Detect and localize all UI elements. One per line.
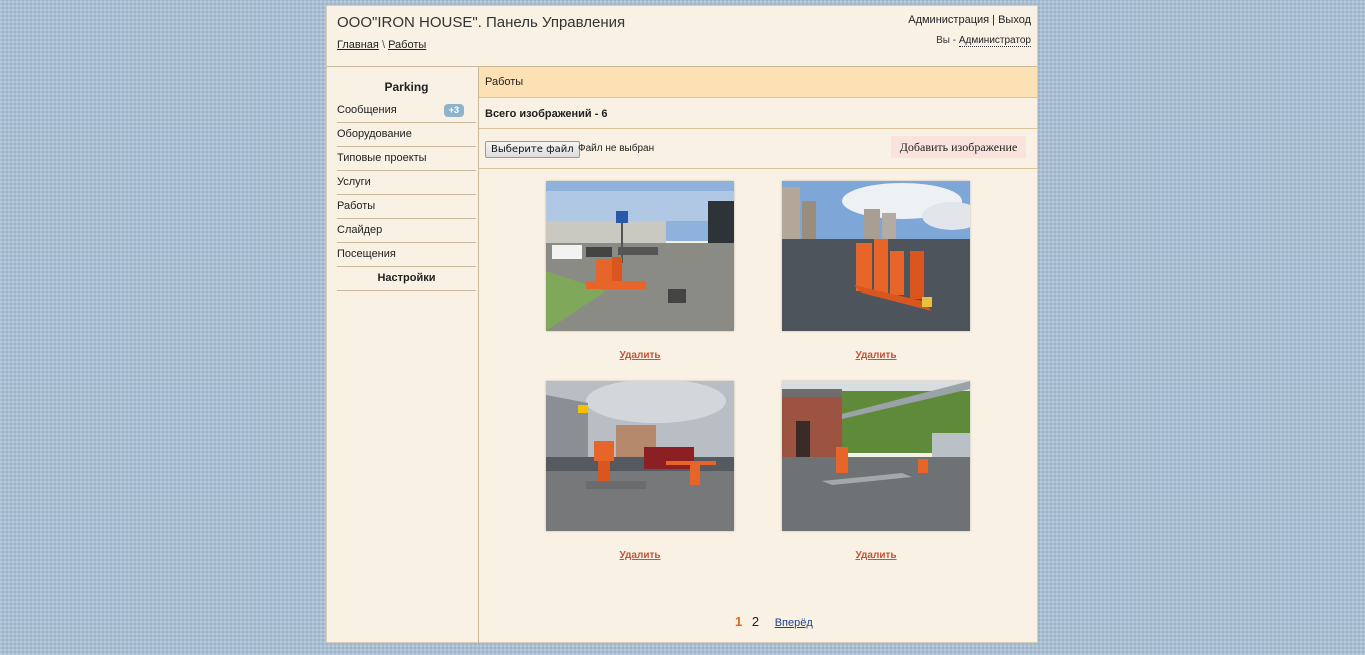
content-area: Работы Всего изображений - 6 Выберите фа…	[479, 67, 1037, 643]
choose-file-button[interactable]: Выберите файл	[485, 141, 580, 158]
gallery-image	[546, 181, 734, 331]
upload-row: Выберите файл Файл не выбран Добавить из…	[479, 129, 1037, 169]
main-panel: ООО"IRON HOUSE". Панель Управления Главн…	[326, 5, 1038, 643]
breadcrumb: Главная \ Работы	[337, 39, 426, 51]
sidebar-item-services[interactable]: Услуги	[337, 171, 476, 195]
messages-badge: +3	[443, 104, 464, 117]
parking-photo	[782, 381, 970, 531]
sidebar-item-label: Настройки	[377, 272, 436, 284]
sidebar-item-typical-projects[interactable]: Типовые проекты	[337, 147, 476, 171]
sidebar-item-label: Сообщения	[337, 104, 397, 116]
section-header: Работы	[479, 67, 1037, 98]
sidebar-item-label: Типовые проекты	[337, 152, 427, 164]
image-count-row: Всего изображений - 6	[479, 98, 1037, 129]
logout-link[interactable]: Выход	[998, 14, 1031, 26]
pager-next-link[interactable]: Вперёд	[775, 617, 813, 629]
file-status: Файл не выбран	[578, 143, 655, 154]
parking-photo	[546, 381, 734, 531]
sidebar-item-label: Работы	[337, 200, 376, 212]
parking-photo	[546, 181, 734, 331]
sidebar-item-label: Услуги	[337, 176, 371, 188]
header: ООО"IRON HOUSE". Панель Управления Главн…	[327, 6, 1037, 67]
sidebar: Parking Сообщения +3 Оборудование Типовы…	[327, 67, 479, 643]
top-links-separator: |	[992, 14, 996, 26]
sidebar-item-label: Оборудование	[337, 128, 412, 140]
gallery-image	[782, 381, 970, 531]
sidebar-item-label: Посещения	[337, 248, 396, 260]
site-title: ООО"IRON HOUSE". Панель Управления	[337, 14, 626, 31]
sidebar-title: Parking	[384, 80, 429, 94]
pager-page-2[interactable]: 2	[752, 614, 759, 629]
image-count: Всего изображений - 6	[485, 108, 608, 120]
delete-image-link[interactable]: Удалить	[782, 350, 970, 361]
admin-link[interactable]: Администрация	[908, 14, 989, 26]
sidebar-item-slider[interactable]: Слайдер	[337, 219, 476, 243]
sidebar-item-visits[interactable]: Посещения	[337, 243, 476, 267]
breadcrumb-current-link[interactable]: Работы	[388, 39, 426, 51]
breadcrumb-home-link[interactable]: Главная	[337, 39, 379, 51]
sidebar-item-settings[interactable]: Настройки	[337, 267, 476, 291]
pagination: 1 2 Вперёд	[735, 614, 813, 629]
top-links: Администрация | Выход	[908, 14, 1031, 26]
delete-image-link[interactable]: Удалить	[782, 550, 970, 561]
breadcrumb-separator: \	[381, 39, 385, 51]
gallery-image	[546, 381, 734, 531]
parking-photo	[782, 181, 970, 331]
sidebar-item-equipment[interactable]: Оборудование	[337, 123, 476, 147]
sidebar-item-label: Слайдер	[337, 224, 383, 236]
pager-current-page: 1	[735, 614, 743, 629]
user-role-link[interactable]: Администратор	[958, 35, 1031, 47]
sidebar-menu: Сообщения +3 Оборудование Типовые проект…	[337, 99, 476, 291]
user-line: Вы - Администратор	[936, 35, 1031, 47]
delete-image-link[interactable]: Удалить	[546, 350, 734, 361]
section-title: Работы	[485, 76, 524, 88]
sidebar-item-works[interactable]: Работы	[337, 195, 476, 219]
add-image-button[interactable]: Добавить изображение	[891, 136, 1026, 158]
gallery-image	[782, 181, 970, 331]
you-label: Вы -	[936, 35, 957, 46]
sidebar-item-messages[interactable]: Сообщения +3	[337, 99, 476, 123]
delete-image-link[interactable]: Удалить	[546, 550, 734, 561]
